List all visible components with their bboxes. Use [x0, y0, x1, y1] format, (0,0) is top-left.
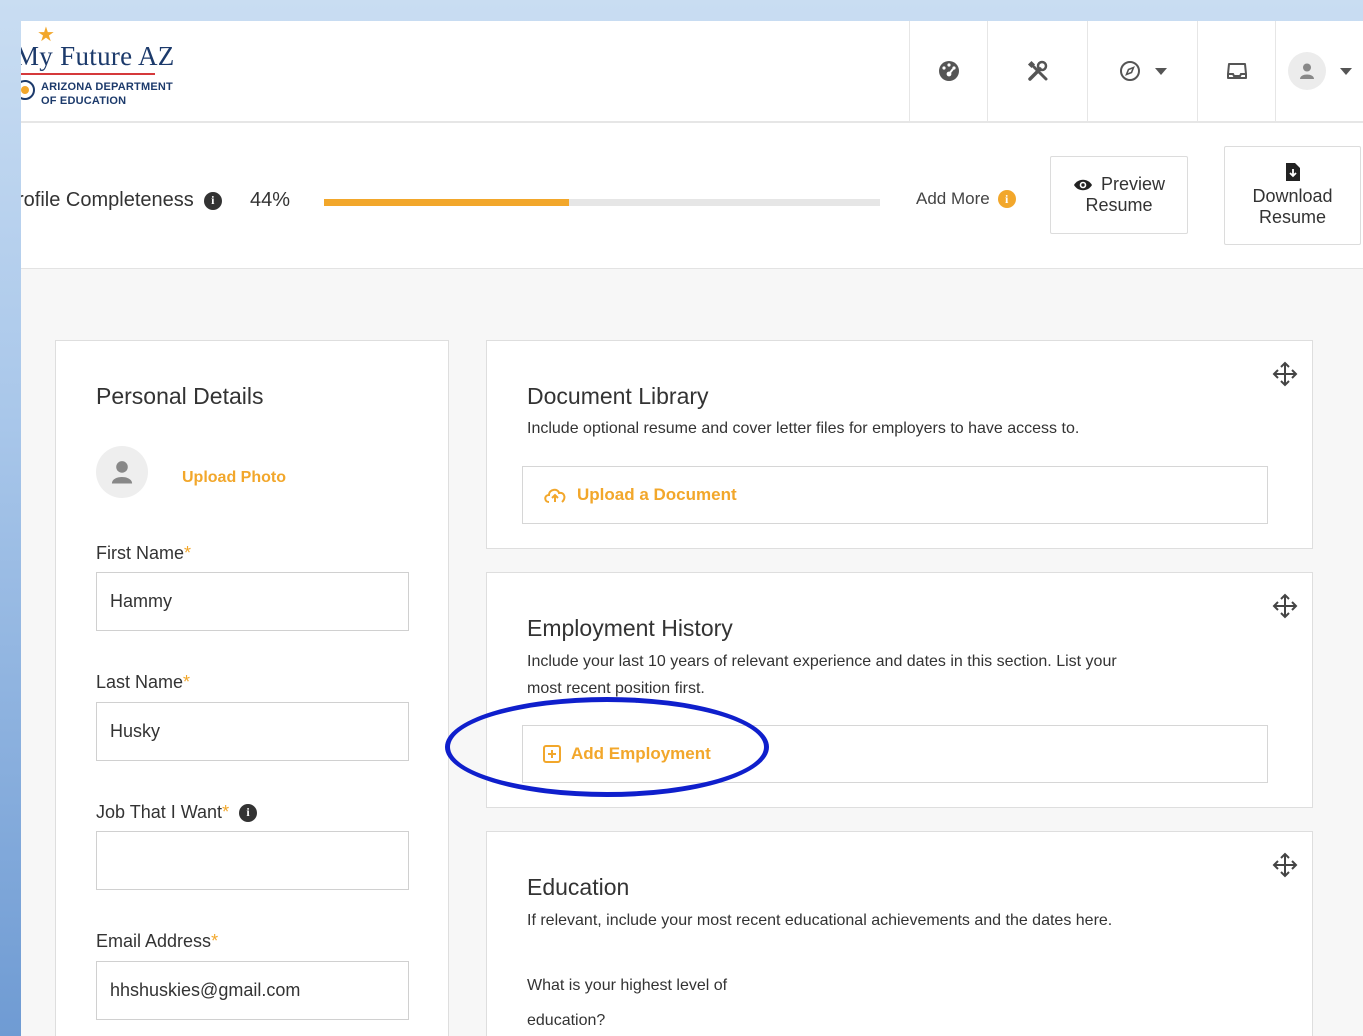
tools-icon	[1027, 60, 1047, 81]
required-mark: *	[184, 543, 192, 563]
job-field[interactable]	[96, 831, 409, 890]
my-future-az-logo[interactable]: ★ My Future AZ ARIZONA DEPARTMENT OF EDU…	[21, 25, 175, 115]
user-icon	[1299, 63, 1314, 79]
logo-dept-line1: ARIZONA DEPARTMENT	[41, 81, 173, 93]
nav-user-menu[interactable]	[1275, 21, 1363, 121]
required-mark: *	[183, 672, 191, 692]
employment-description-line2: most recent position first.	[527, 680, 705, 697]
employment-description-line1: Include your last 10 years of relevant e…	[527, 653, 1117, 670]
required-mark: *	[211, 931, 219, 951]
add-more-link[interactable]: Add More i	[916, 189, 1016, 209]
last-name-label: Last Name*	[96, 672, 190, 693]
chevron-down-icon	[1154, 67, 1167, 75]
add-employment-button[interactable]: Add Employment	[522, 725, 1268, 783]
avatar	[1287, 52, 1326, 90]
nav-tools-button[interactable]	[987, 21, 1087, 121]
document-library-title: Document Library	[527, 383, 709, 409]
personal-details-title: Personal Details	[96, 383, 264, 409]
nav-inbox-button[interactable]	[1197, 21, 1275, 121]
logo-dept-line2: OF EDUCATION	[41, 95, 127, 107]
profile-completeness-bar: rofile Completeness i 44% Add More i Pre…	[21, 123, 1363, 269]
first-name-field[interactable]: Hammy	[96, 572, 409, 631]
email-label: Email Address*	[96, 931, 218, 952]
download-resume-button[interactable]: Download Resume	[1224, 146, 1361, 245]
move-icon[interactable]	[1272, 852, 1298, 878]
preview-label-1: Preview	[1100, 174, 1166, 194]
profile-completeness-label: rofile Completeness i	[21, 189, 222, 212]
logo-name: My Future AZ	[21, 41, 175, 71]
add-employment-label: Add Employment	[571, 744, 711, 763]
upload-document-label: Upload a Document	[577, 485, 737, 504]
app-screen: ★ My Future AZ ARIZONA DEPARTMENT OF EDU…	[21, 21, 1363, 1036]
info-icon[interactable]: i	[203, 191, 222, 210]
document-library-card: Document Library Include optional resume…	[486, 340, 1313, 549]
compass-icon	[1119, 61, 1140, 81]
file-download-icon	[1285, 163, 1300, 181]
dashboard-icon	[938, 61, 959, 81]
education-question-line2: education?	[527, 1012, 606, 1029]
document-library-description: Include optional resume and cover letter…	[527, 420, 1080, 437]
info-icon[interactable]: i	[239, 803, 258, 822]
avatar	[96, 446, 148, 498]
user-icon	[111, 461, 133, 484]
email-label-text: Email Address	[96, 931, 212, 951]
preview-resume-button[interactable]: Preview Resume	[1050, 156, 1188, 234]
plus-square-icon	[543, 745, 561, 763]
chevron-down-icon	[1339, 67, 1352, 75]
education-card: Education If relevant, include your most…	[486, 831, 1313, 1036]
nav-explore-dropdown[interactable]	[1087, 21, 1197, 121]
email-field[interactable]: hhshuskies@gmail.com	[96, 961, 409, 1020]
education-question-line1: What is your highest level of	[527, 977, 728, 994]
education-title: Education	[527, 874, 630, 900]
completeness-text: rofile Completeness	[21, 189, 194, 211]
top-navbar: ★ My Future AZ ARIZONA DEPARTMENT OF EDU…	[21, 21, 1363, 123]
required-mark: *	[222, 802, 230, 822]
first-name-label-text: First Name	[96, 543, 185, 563]
upload-document-button[interactable]: Upload a Document	[522, 466, 1268, 524]
upload-photo-link[interactable]: Upload Photo	[182, 469, 286, 487]
employment-history-card: Employment History Include your last 10 …	[486, 572, 1313, 808]
info-icon: i	[997, 190, 1016, 208]
last-name-label-text: Last Name	[96, 672, 184, 692]
add-more-label: Add More	[916, 189, 990, 208]
job-label-text: Job That I Want	[96, 802, 223, 822]
personal-details-card: Personal Details Upload Photo First Name…	[55, 340, 449, 1036]
cloud-upload-icon	[544, 488, 566, 503]
logo-rule	[21, 73, 155, 75]
move-icon[interactable]	[1272, 361, 1298, 387]
employment-history-title: Employment History	[527, 615, 733, 641]
first-name-label: First Name*	[96, 543, 191, 564]
progress-track	[324, 199, 880, 206]
education-description: If relevant, include your most recent ed…	[527, 912, 1113, 929]
eye-icon	[1073, 179, 1092, 190]
move-icon[interactable]	[1272, 593, 1298, 619]
seal-icon	[21, 80, 35, 100]
progress-fill	[324, 199, 569, 206]
job-label: Job That I Want* i	[96, 802, 258, 823]
preview-label-2: Resume	[1085, 195, 1153, 215]
nav-dashboard-button[interactable]	[909, 21, 987, 121]
download-label-2: Resume	[1258, 207, 1327, 227]
last-name-field[interactable]: Husky	[96, 702, 409, 761]
download-label-1: Download	[1252, 186, 1333, 206]
completeness-percent: 44%	[250, 189, 291, 211]
inbox-icon	[1226, 63, 1247, 79]
